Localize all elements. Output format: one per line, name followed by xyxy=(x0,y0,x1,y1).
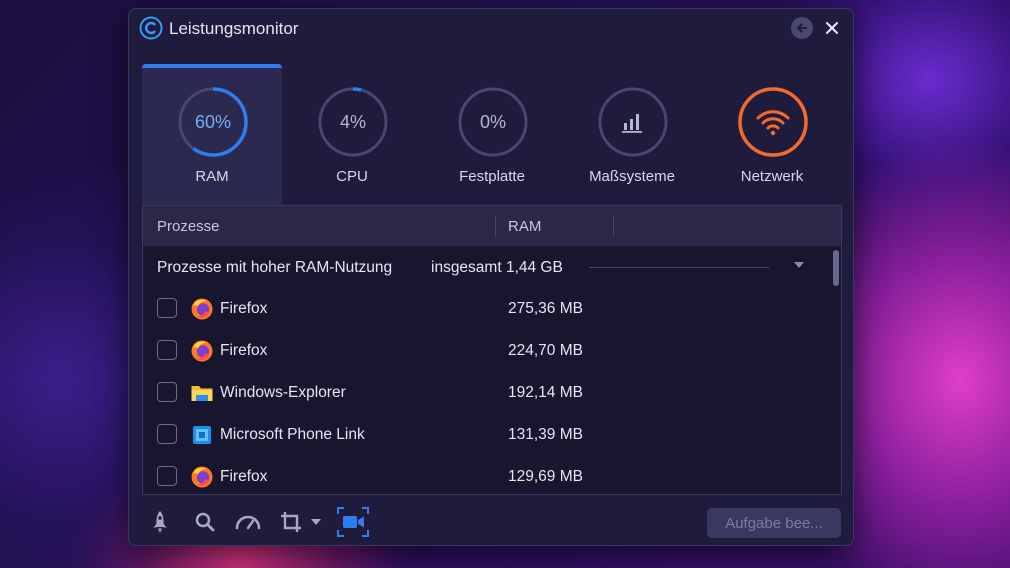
process-ram: 131,39 MB xyxy=(508,426,583,443)
netzwerk-icon-holder xyxy=(737,86,809,158)
process-ram: 129,69 MB xyxy=(508,468,583,485)
row-checkbox[interactable] xyxy=(157,424,177,444)
tab-label-cpu: CPU xyxy=(336,168,368,185)
leistungsmonitor-window: Leistungsmonitor 60% RAM 4% CPU 0% Festp… xyxy=(128,8,854,546)
crop-dropdown[interactable] xyxy=(311,509,321,535)
process-ram: 275,36 MB xyxy=(508,300,583,317)
disk-value: 0% xyxy=(479,111,506,132)
caret-down-icon xyxy=(311,519,321,525)
table-row[interactable]: Firefox 275,36 MB xyxy=(143,288,827,330)
arrow-left-icon xyxy=(797,23,807,33)
process-panel: Prozesse RAM Prozesse mit hoher RAM-Nutz… xyxy=(142,205,842,495)
table-row[interactable]: Firefox 224,70 MB xyxy=(143,330,827,372)
firefox-icon xyxy=(191,340,213,362)
footer-toolbar: Aufgabe bee... xyxy=(129,497,853,545)
back-button[interactable] xyxy=(791,17,813,39)
speedometer-button[interactable] xyxy=(234,509,262,535)
group-title: Prozesse mit hoher RAM-Nutzung xyxy=(157,259,393,276)
window-title: Leistungsmonitor xyxy=(169,19,299,38)
tab-label-ram: RAM xyxy=(195,168,229,185)
close-icon xyxy=(825,21,839,35)
masssysteme-icon-holder xyxy=(597,86,669,158)
process-name: Firefox xyxy=(220,300,268,317)
tab-label-festplatte: Festplatte xyxy=(459,168,525,185)
close-button[interactable] xyxy=(821,17,843,39)
process-group-header[interactable]: Prozesse mit hoher RAM-Nutzung insgesamt… xyxy=(143,246,827,288)
tab-netzwerk[interactable]: Netzwerk xyxy=(702,64,842,205)
speedometer-icon xyxy=(235,515,261,530)
process-name: Firefox xyxy=(220,468,268,485)
search-button[interactable] xyxy=(194,509,216,535)
process-name: Windows-Explorer xyxy=(220,384,346,401)
phone-link-icon xyxy=(193,426,211,444)
row-checkbox[interactable] xyxy=(157,298,177,318)
process-name: Microsoft Phone Link xyxy=(220,426,365,443)
group-divider xyxy=(589,267,769,268)
folder-icon xyxy=(191,386,213,401)
metric-tabs: 60% RAM 4% CPU 0% Festplatte Maßsysteme … xyxy=(142,64,842,205)
column-divider[interactable] xyxy=(613,216,614,236)
table-header: Prozesse RAM xyxy=(143,206,841,246)
wifi-icon xyxy=(756,110,790,136)
screen-record-button[interactable] xyxy=(336,506,370,538)
caret-down-icon[interactable] xyxy=(794,262,804,268)
firefox-icon xyxy=(191,298,213,320)
bar-chart-icon xyxy=(622,114,642,133)
title-bar: Leistungsmonitor xyxy=(129,9,853,49)
rocket-icon xyxy=(153,511,167,533)
row-checkbox[interactable] xyxy=(157,466,177,486)
tab-cpu[interactable]: 4% CPU xyxy=(282,64,422,205)
end-task-button[interactable]: Aufgabe bee... xyxy=(707,508,841,538)
tab-label-netzwerk: Netzwerk xyxy=(740,168,804,185)
cpu-value: 4% xyxy=(339,111,366,132)
process-ram: 192,14 MB xyxy=(508,384,583,401)
table-row[interactable]: Windows-Explorer 192,14 MB xyxy=(143,372,827,414)
column-header-ram[interactable]: RAM xyxy=(508,218,541,235)
scrollbar-thumb[interactable] xyxy=(833,250,839,286)
group-total: insgesamt 1,44 GB xyxy=(431,259,563,276)
search-icon xyxy=(195,512,215,532)
tab-label-masssysteme: Maßsysteme xyxy=(589,168,675,185)
process-name: Firefox xyxy=(220,342,268,359)
tab-masssysteme[interactable]: Maßsysteme xyxy=(562,64,702,205)
tab-festplatte[interactable]: 0% Festplatte xyxy=(422,64,562,205)
rocket-button[interactable] xyxy=(151,509,169,535)
firefox-icon xyxy=(191,466,213,488)
screen-record-icon xyxy=(337,507,369,537)
crop-button[interactable] xyxy=(279,509,303,535)
app-logo-icon xyxy=(139,16,163,40)
column-divider[interactable] xyxy=(495,216,496,236)
column-header-prozesse[interactable]: Prozesse xyxy=(157,218,220,235)
ram-value: 60% xyxy=(194,111,232,132)
crop-icon xyxy=(281,512,301,532)
row-checkbox[interactable] xyxy=(157,340,177,360)
process-ram: 224,70 MB xyxy=(508,342,583,359)
tab-ram[interactable]: 60% RAM xyxy=(142,64,282,205)
table-row[interactable]: Microsoft Phone Link 131,39 MB xyxy=(143,414,827,456)
row-checkbox[interactable] xyxy=(157,382,177,402)
table-row[interactable]: Firefox 129,69 MB xyxy=(143,456,827,494)
